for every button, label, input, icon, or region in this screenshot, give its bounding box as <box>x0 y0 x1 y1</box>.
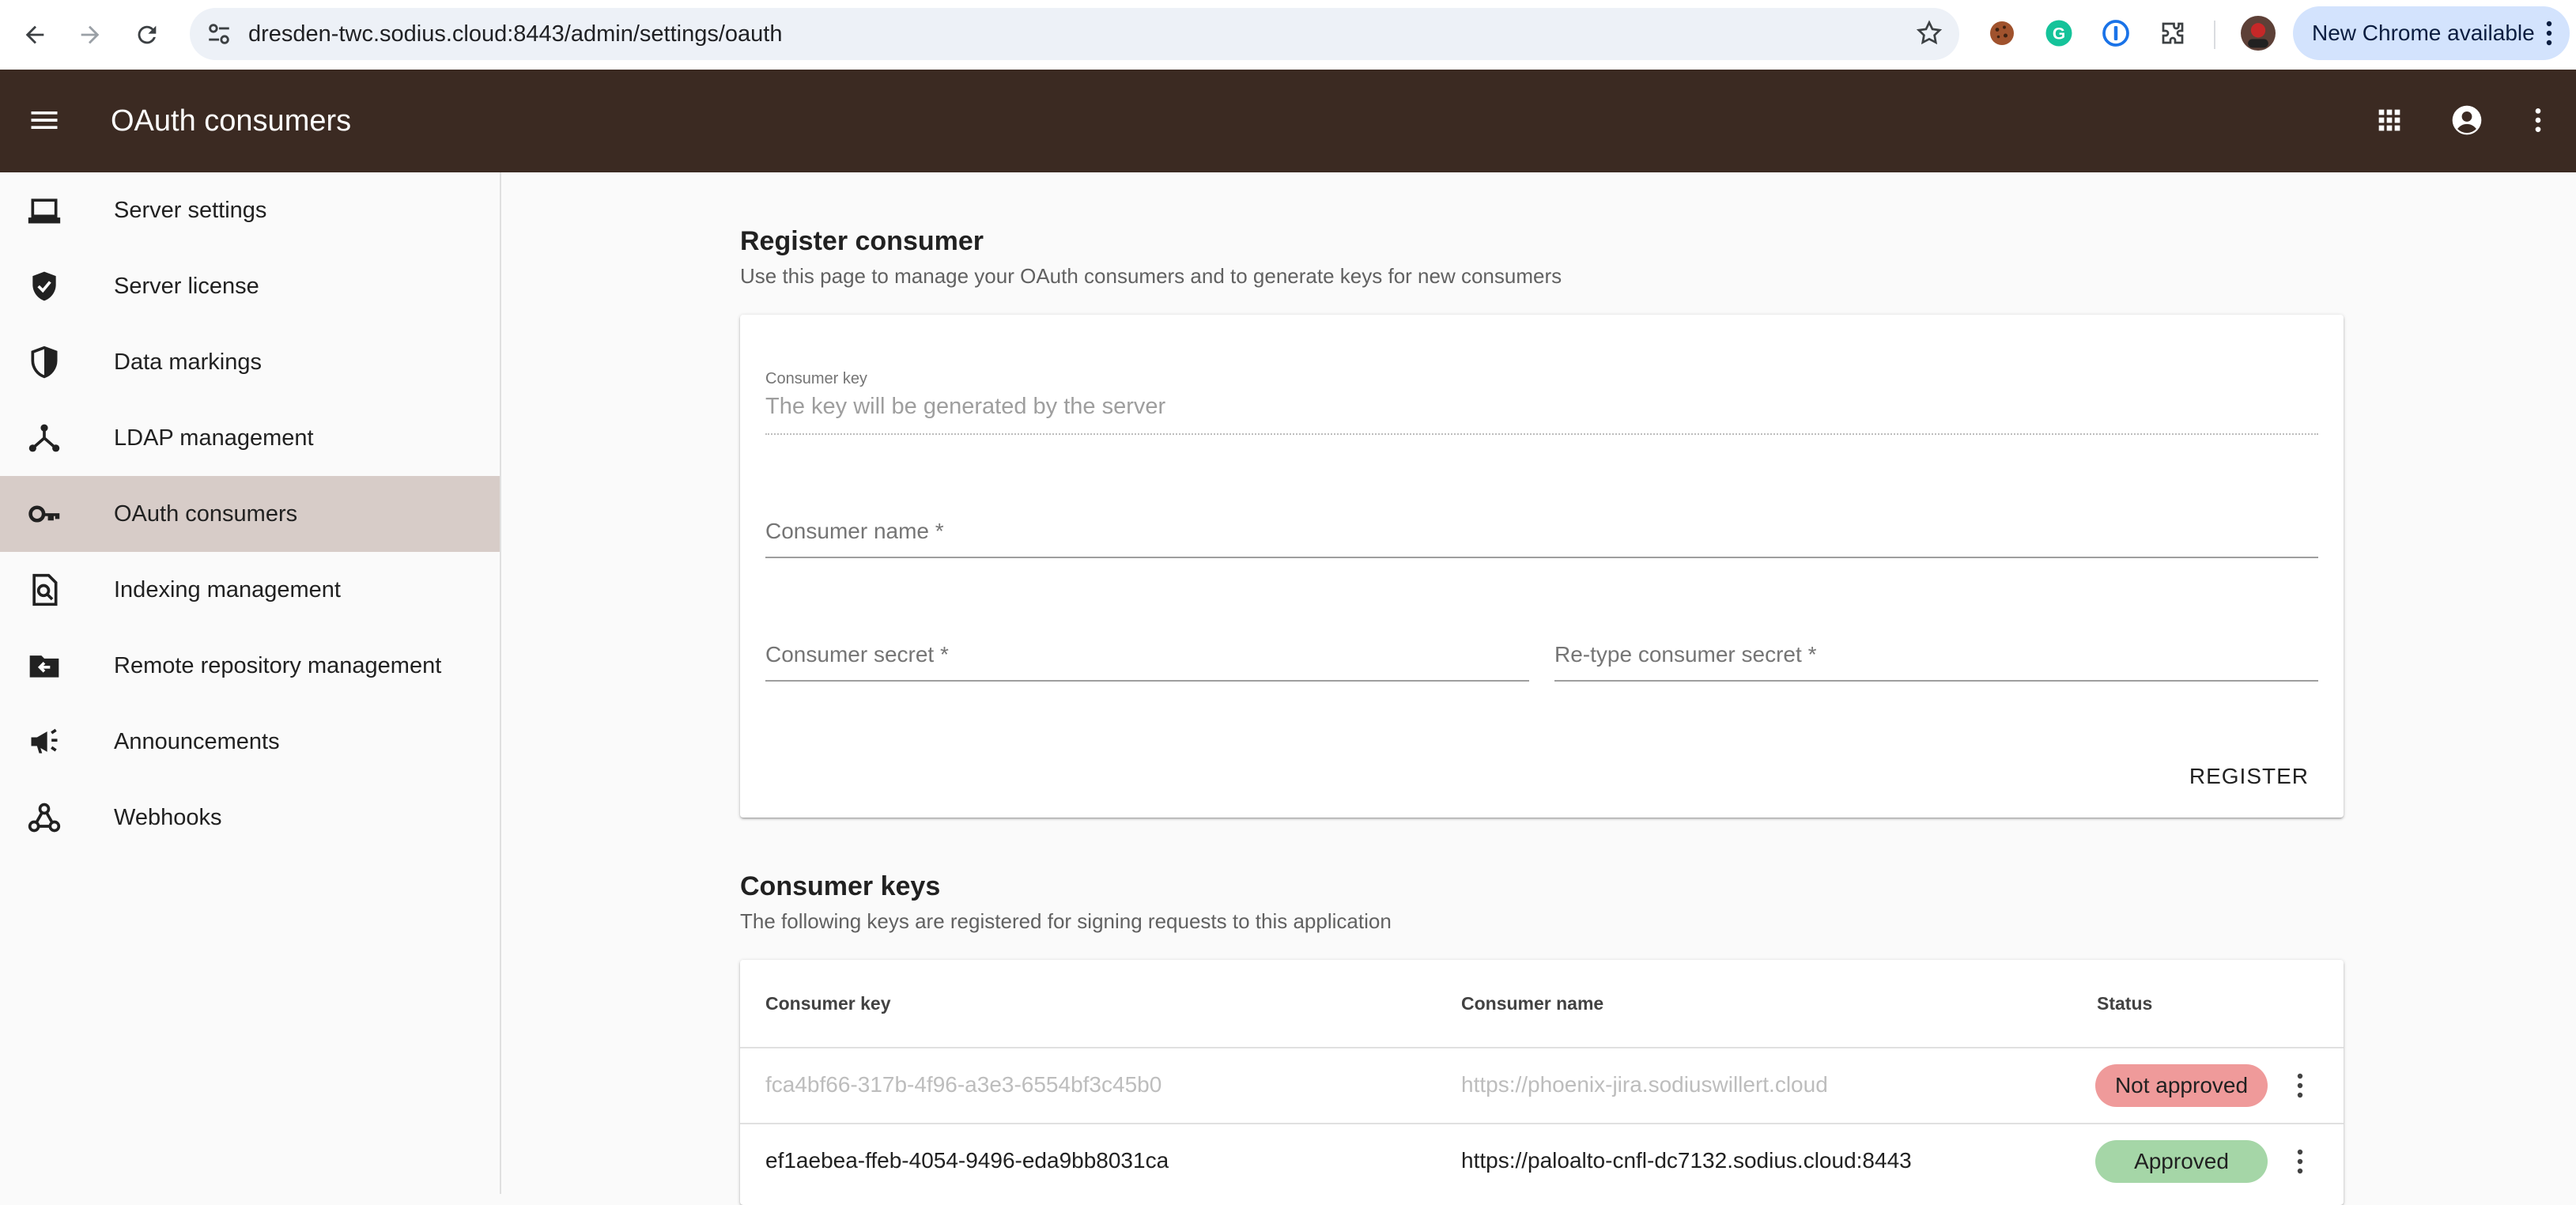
sidebar-item-label: Data markings <box>114 349 262 375</box>
sidebar-item-ldap-management[interactable]: LDAP management <box>0 400 500 476</box>
sidebar-item-server-license[interactable]: Server license <box>0 248 500 324</box>
update-label: New Chrome available <box>2312 21 2535 45</box>
consumer-name-field[interactable]: Consumer name * <box>765 504 2318 560</box>
drive-folder-icon <box>25 647 63 685</box>
sidebar-item-label: Server settings <box>114 197 267 223</box>
retype-secret-underline <box>1554 680 2318 682</box>
sidebar-item-label: Webhooks <box>114 804 222 830</box>
consumer-name-placeholder: Consumer name * <box>765 519 944 543</box>
consumer-secret-field[interactable]: Consumer secret * <box>765 628 1529 683</box>
consumer-keys-subtitle: The following keys are registered for si… <box>740 909 1392 933</box>
main-content: Register consumer Use this page to manag… <box>503 172 2576 1205</box>
sidebar-item-announcements[interactable]: Announcements <box>0 704 500 780</box>
sidebar: Server settings Server license Data mark… <box>0 172 501 1194</box>
column-header-consumer-key: Consumer key <box>765 993 891 1014</box>
column-header-consumer-name: Consumer name <box>1461 993 1604 1014</box>
register-button[interactable]: REGISTER <box>2189 756 2309 797</box>
app-bar: OAuth consumers <box>0 70 2576 172</box>
row-more-icon[interactable] <box>2288 1064 2312 1107</box>
svg-text:G: G <box>2053 25 2065 43</box>
apps-grid-icon[interactable] <box>2370 101 2408 139</box>
consumer-keys-title: Consumer keys <box>740 871 941 901</box>
extensions-puzzle-icon[interactable] <box>2157 17 2189 49</box>
sidebar-item-indexing-management[interactable]: Indexing management <box>0 552 500 628</box>
key-icon <box>25 495 63 533</box>
consumer-secret-placeholder: Consumer secret * <box>765 642 949 667</box>
retype-secret-placeholder: Re-type consumer secret * <box>1554 642 1817 667</box>
browser-toolbar: dresden-twc.sodius.cloud:8443/admin/sett… <box>0 0 2576 70</box>
register-consumer-card: Consumer key The key will be generated b… <box>740 315 2344 818</box>
cookie-extension-icon[interactable] <box>1986 17 2018 49</box>
profile-avatar[interactable] <box>2241 16 2276 51</box>
consumer-key-cell: fca4bf66-317b-4f96-a3e3-6554bf3c45b0 <box>765 1072 1162 1097</box>
new-chrome-available-button[interactable]: New Chrome available <box>2293 6 2570 60</box>
site-settings-icon[interactable] <box>206 21 232 47</box>
sidebar-item-label: Indexing management <box>114 576 341 602</box>
more-vert-icon[interactable] <box>2519 101 2557 139</box>
row-more-icon[interactable] <box>2288 1140 2312 1183</box>
toolbar-divider <box>2214 21 2215 49</box>
sidebar-item-oauth-consumers[interactable]: OAuth consumers <box>0 476 500 552</box>
half-shield-icon <box>25 343 63 381</box>
webhook-icon <box>25 799 63 837</box>
table-row[interactable]: ef1aebea-ffeb-4054-9496-eda9bb8031ca htt… <box>740 1124 2344 1199</box>
consumer-name-cell: https://phoenix-jira.sodiuswillert.cloud <box>1461 1072 1828 1097</box>
sidebar-item-data-markings[interactable]: Data markings <box>0 324 500 400</box>
campaign-icon <box>25 723 63 761</box>
laptop-icon <box>25 191 63 229</box>
consumer-keys-table: Consumer key Consumer name Status fca4bf… <box>740 960 2344 1205</box>
reload-icon[interactable] <box>130 17 164 52</box>
find-in-page-icon <box>25 571 63 609</box>
bookmark-star-icon[interactable] <box>1915 19 1943 47</box>
consumer-name-underline <box>765 557 2318 558</box>
sidebar-item-label: Remote repository management <box>114 652 442 678</box>
sidebar-item-remote-repository-management[interactable]: Remote repository management <box>0 628 500 704</box>
password-manager-extension-icon[interactable] <box>2100 17 2132 49</box>
grammarly-extension-icon[interactable]: G <box>2043 17 2075 49</box>
hub-icon <box>25 419 63 457</box>
account-circle-icon[interactable] <box>2448 101 2486 139</box>
sidebar-item-server-settings[interactable]: Server settings <box>0 172 500 248</box>
consumer-key-cell: ef1aebea-ffeb-4054-9496-eda9bb8031ca <box>765 1148 1169 1173</box>
status-badge: Not approved <box>2095 1064 2268 1107</box>
consumer-key-label: Consumer key <box>765 370 867 387</box>
consumer-key-value: The key will be generated by the server <box>765 394 1166 419</box>
retype-secret-field[interactable]: Re-type consumer secret * <box>1554 628 2318 683</box>
register-consumer-title: Register consumer <box>740 226 984 256</box>
sidebar-item-label: LDAP management <box>114 425 314 451</box>
verified-shield-icon <box>25 267 63 305</box>
url-text: dresden-twc.sodius.cloud:8443/admin/sett… <box>248 21 783 47</box>
page-title: OAuth consumers <box>111 104 352 138</box>
forward-arrow-icon[interactable] <box>73 17 108 52</box>
sidebar-item-webhooks[interactable]: Webhooks <box>0 780 500 856</box>
register-consumer-subtitle: Use this page to manage your OAuth consu… <box>740 264 1562 288</box>
back-arrow-icon[interactable] <box>17 17 52 52</box>
consumer-key-underline <box>765 433 2318 435</box>
consumer-name-cell: https://paloalto-cnfl-dc7132.sodius.clou… <box>1461 1148 1912 1173</box>
consumer-secret-underline <box>765 680 1529 682</box>
address-bar[interactable]: dresden-twc.sodius.cloud:8443/admin/sett… <box>190 8 1959 60</box>
chrome-menu-icon[interactable] <box>2544 21 2554 46</box>
sidebar-item-label: Server license <box>114 273 259 299</box>
sidebar-item-label: OAuth consumers <box>114 501 298 527</box>
status-badge: Approved <box>2095 1140 2268 1183</box>
hamburger-menu-icon[interactable] <box>27 103 62 138</box>
column-header-status: Status <box>2097 993 2153 1014</box>
sidebar-item-label: Announcements <box>114 728 280 754</box>
table-row[interactable]: fca4bf66-317b-4f96-a3e3-6554bf3c45b0 htt… <box>740 1048 2344 1123</box>
